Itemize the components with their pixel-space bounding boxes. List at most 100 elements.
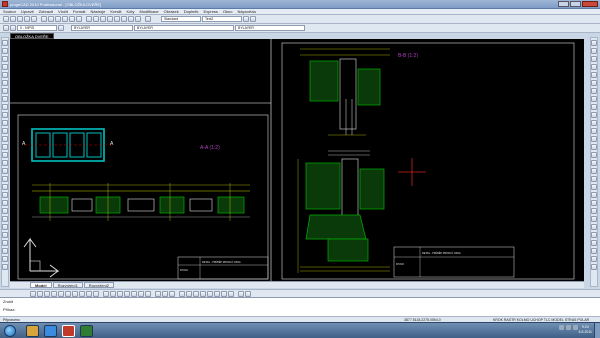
snap-quadrant-icon[interactable]	[58, 290, 64, 297]
view-front-icon[interactable]	[131, 290, 137, 297]
lengthen-icon[interactable]	[591, 192, 597, 198]
view-back-icon[interactable]	[138, 290, 144, 297]
save-icon[interactable]	[17, 16, 23, 22]
measure-icon[interactable]	[591, 216, 597, 222]
style-manager-icon[interactable]	[243, 16, 249, 22]
menu-insert[interactable]: Vložit	[58, 9, 68, 14]
explorer-taskbar-icon[interactable]	[26, 325, 39, 337]
list-icon[interactable]	[591, 248, 597, 254]
menu-window[interactable]: Okno	[223, 9, 233, 14]
orbit-icon[interactable]	[169, 290, 175, 297]
view-left-icon[interactable]	[117, 290, 123, 297]
minimize-button[interactable]	[558, 1, 569, 7]
view-iso-icon[interactable]	[145, 290, 151, 297]
render-icon[interactable]	[162, 290, 168, 297]
media-taskbar-icon[interactable]	[80, 325, 93, 337]
spline-icon[interactable]	[2, 88, 8, 94]
view-right-icon[interactable]	[124, 290, 130, 297]
help-icon[interactable]	[145, 16, 151, 22]
open-icon[interactable]	[10, 16, 16, 22]
wipeout-icon[interactable]	[2, 192, 8, 198]
design-center-icon[interactable]	[128, 16, 134, 22]
textstyle-select[interactable]: Text2	[202, 16, 242, 22]
copy-object-icon[interactable]	[591, 48, 597, 54]
linetype-select[interactable]: BYLAYER	[134, 25, 234, 31]
polyline-icon[interactable]	[2, 48, 8, 54]
line-icon[interactable]	[2, 40, 8, 46]
break-icon[interactable]	[591, 128, 597, 134]
color-select[interactable]: BYLAYER	[71, 25, 133, 31]
snap-node-icon[interactable]	[51, 290, 57, 297]
app-icon[interactable]	[2, 1, 8, 7]
dim-aligned-icon[interactable]	[186, 290, 192, 297]
network-icon[interactable]	[559, 325, 564, 330]
tolerance-icon[interactable]	[228, 290, 234, 297]
zoom-extents-icon[interactable]	[114, 16, 120, 22]
leader-icon[interactable]	[221, 290, 227, 297]
snap-intersection-icon[interactable]	[65, 290, 71, 297]
text-style-icon[interactable]	[250, 16, 256, 22]
drawing-canvas[interactable]: A A A-A (1:2) DETAIL - PRŮBĚH PROFILŮ OK…	[10, 39, 584, 281]
properties-icon[interactable]	[121, 16, 127, 22]
drawing-svg[interactable]: A A A-A (1:2) DETAIL - PRŮBĚH PROFILŮ OK…	[10, 39, 584, 281]
erase-icon[interactable]	[591, 40, 597, 46]
snap-perpendicular-icon[interactable]	[79, 290, 85, 297]
text-icon[interactable]	[2, 128, 8, 134]
dim-radius-icon[interactable]	[193, 290, 199, 297]
block-icon[interactable]	[2, 136, 8, 142]
xline-icon[interactable]	[2, 160, 8, 166]
rotate-icon[interactable]	[591, 88, 597, 94]
gradient-icon[interactable]	[2, 208, 8, 214]
command-prompt[interactable]: Příkaz:	[3, 307, 15, 312]
print-icon[interactable]	[24, 16, 30, 22]
donut-icon[interactable]	[2, 184, 8, 190]
group-icon[interactable]	[591, 232, 597, 238]
layer-manager-icon[interactable]	[3, 25, 9, 31]
field-icon[interactable]	[2, 248, 8, 254]
menu-view[interactable]: Zobrazit	[39, 9, 53, 14]
zoom-window-icon[interactable]	[100, 16, 106, 22]
maximize-button[interactable]	[570, 1, 581, 7]
area-icon[interactable]	[591, 264, 597, 270]
table-icon[interactable]	[2, 152, 8, 158]
polygon-icon[interactable]	[2, 96, 8, 102]
dim-continue-icon[interactable]	[214, 290, 220, 297]
mirror-icon[interactable]	[591, 56, 597, 62]
redo-icon[interactable]	[76, 16, 82, 22]
menu-draw[interactable]: Kreslit	[110, 9, 121, 14]
layer-select[interactable]: 0 - NIPIS	[17, 25, 57, 31]
divide-icon[interactable]	[591, 208, 597, 214]
dimstyle-select[interactable]: Standard	[161, 16, 201, 22]
menu-edit[interactable]: Upravit	[21, 9, 34, 14]
draworder-icon[interactable]	[591, 224, 597, 230]
lineweight-select[interactable]: BYLAYER	[235, 25, 305, 31]
volume-icon[interactable]	[566, 325, 571, 330]
arc-icon[interactable]	[2, 72, 8, 78]
ray-icon[interactable]	[2, 168, 8, 174]
view-top-icon[interactable]	[103, 290, 109, 297]
join-icon[interactable]	[591, 136, 597, 142]
zoom-previous-icon[interactable]	[107, 16, 113, 22]
refresh-icon[interactable]	[238, 290, 244, 297]
command-line[interactable]: Zrušit Příkaz:	[0, 297, 600, 316]
regen-icon[interactable]	[245, 290, 251, 297]
image-icon[interactable]	[2, 232, 8, 238]
snap-center-icon[interactable]	[44, 290, 50, 297]
dim-angular-icon[interactable]	[200, 290, 206, 297]
offset-icon[interactable]	[591, 64, 597, 70]
copy-icon[interactable]	[48, 16, 54, 22]
rectangle-icon[interactable]	[2, 56, 8, 62]
ole-icon[interactable]	[2, 240, 8, 246]
snap-nearest-icon[interactable]	[93, 290, 99, 297]
revcloud-icon[interactable]	[2, 176, 8, 182]
menu-tools[interactable]: Nástroje	[90, 9, 105, 14]
shade-icon[interactable]	[155, 290, 161, 297]
show-desktop-button[interactable]	[594, 323, 600, 338]
edit-hatch-icon[interactable]	[591, 184, 597, 190]
edit-text-icon[interactable]	[591, 176, 597, 182]
attribute-icon[interactable]	[2, 224, 8, 230]
paste-icon[interactable]	[55, 16, 61, 22]
close-button[interactable]	[582, 1, 598, 7]
trim-icon[interactable]	[591, 112, 597, 118]
circle-icon[interactable]	[2, 64, 8, 70]
